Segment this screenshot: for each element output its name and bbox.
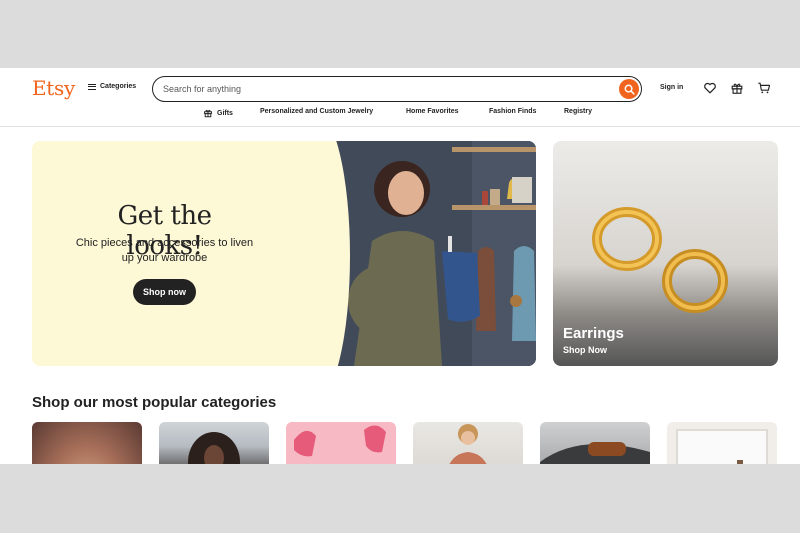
hero-curve-divider (280, 141, 350, 366)
category-card[interactable] (32, 422, 142, 464)
site-header: Etsy Categories Sign in (0, 68, 800, 127)
subnav-item-gifts[interactable]: Gifts (203, 108, 233, 118)
heart-icon[interactable] (703, 81, 717, 95)
subnav-item-registry[interactable]: Registry (564, 108, 592, 115)
search-bar (152, 76, 642, 102)
etsy-page: Etsy Categories Sign in (0, 68, 800, 464)
gift-icon[interactable] (730, 81, 744, 95)
sign-in-link[interactable]: Sign in (660, 84, 683, 91)
cart-icon[interactable] (757, 81, 771, 95)
category-photo (449, 424, 487, 464)
subnav-item-jewelry[interactable]: Personalized and Custom Jewelry (260, 108, 373, 115)
subnav-item-home-favorites[interactable]: Home Favorites (406, 108, 459, 115)
category-card[interactable] (667, 422, 777, 464)
category-photo (676, 429, 768, 464)
categories-button[interactable]: Categories (88, 83, 136, 90)
category-subnav: Gifts Personalized and Custom Jewelry Ho… (0, 108, 800, 122)
search-input[interactable] (163, 81, 603, 97)
search-icon (624, 84, 635, 95)
category-photo (540, 442, 650, 464)
category-card[interactable] (159, 422, 269, 464)
gift-icon (204, 109, 212, 118)
shop-now-button[interactable]: Shop now (133, 279, 196, 305)
popular-categories-heading: Shop our most popular categories (32, 394, 277, 411)
search-button[interactable] (619, 79, 639, 99)
category-card[interactable] (286, 422, 396, 464)
earrings-title: Earrings (563, 325, 624, 342)
etsy-logo[interactable]: Etsy (32, 76, 75, 100)
category-photo (294, 425, 386, 457)
subnav-item-fashion-finds[interactable]: Fashion Finds (489, 108, 536, 115)
category-photo (188, 432, 240, 464)
earrings-shop-now-link[interactable]: Shop Now (563, 345, 607, 355)
menu-icon (88, 83, 96, 90)
earrings-card[interactable]: Earrings Shop Now (553, 141, 778, 366)
hero-banner[interactable]: Get the looks! Chic pieces and accessori… (32, 141, 536, 366)
category-card[interactable] (540, 422, 650, 464)
categories-label: Categories (100, 83, 137, 90)
category-card[interactable] (413, 422, 523, 464)
hero-subtitle: Chic pieces and accessories to liven up … (75, 237, 254, 264)
subnav-label: Gifts (217, 109, 233, 117)
